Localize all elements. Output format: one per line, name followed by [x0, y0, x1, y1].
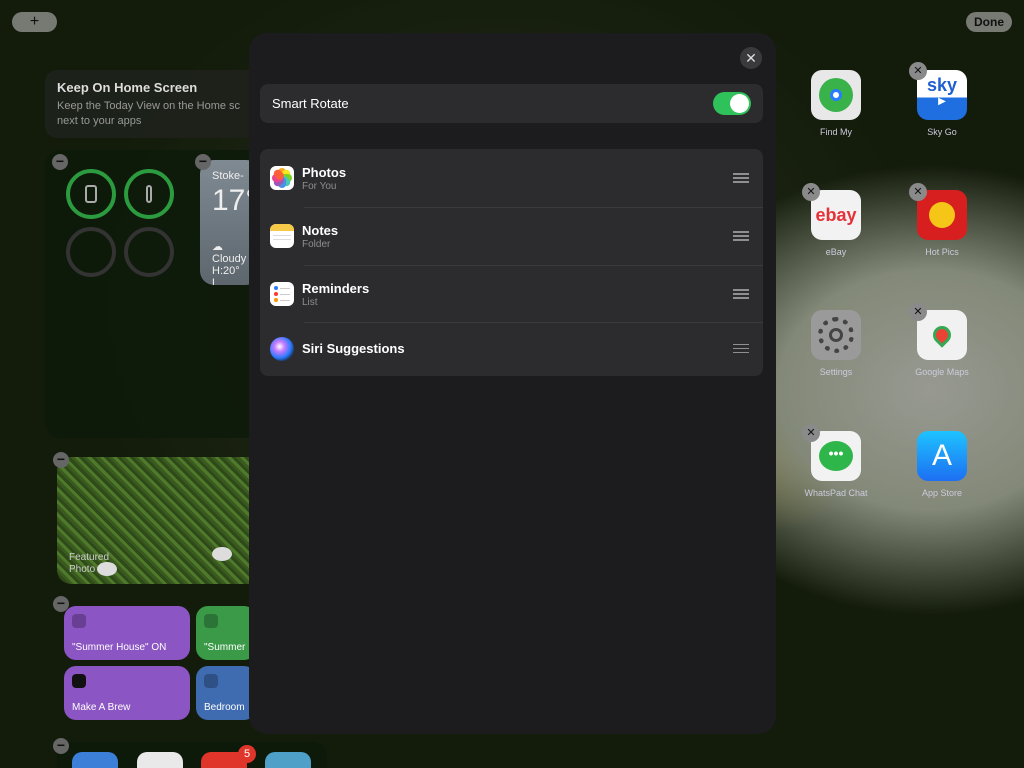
photos-icon	[270, 166, 294, 190]
list-item-photos[interactable]: Photos For You	[260, 149, 763, 207]
shortcut-label: Make A Brew	[72, 702, 131, 713]
mini-app-icon[interactable]	[265, 752, 311, 768]
weather-condition: Cloudy	[212, 253, 247, 265]
shortcut-summer[interactable]: "Summer	[196, 606, 256, 660]
done-button[interactable]: Done	[966, 12, 1012, 32]
list-item-title: Siri Suggestions	[302, 341, 405, 356]
find-my-icon	[811, 70, 861, 120]
reorder-handle-icon[interactable]	[733, 287, 749, 302]
app-label: Hot Pics	[925, 247, 959, 257]
app-label: Google Maps	[915, 367, 969, 377]
delete-app-icon[interactable]: ✕	[802, 183, 820, 201]
keep-title: Keep On Home Screen	[57, 80, 198, 95]
keep-on-home-screen-card[interactable]: Keep On Home Screen Keep the Today View …	[45, 70, 265, 138]
home-icon	[204, 614, 218, 628]
pencil-icon	[146, 185, 152, 203]
settings-gear-icon	[811, 310, 861, 360]
mini-app-icon[interactable]	[72, 752, 118, 768]
delete-app-icon[interactable]: ✕	[909, 62, 927, 80]
delete-app-icon[interactable]: ✕	[802, 424, 820, 442]
notification-badge: 5	[238, 745, 256, 763]
smart-rotate-row: Smart Rotate	[260, 84, 763, 123]
ipad-icon	[85, 185, 97, 203]
siri-icon	[270, 336, 294, 361]
keep-subtitle-line1: Keep the Today View on the Home sc	[57, 100, 241, 112]
remove-widget-icon[interactable]: −	[195, 154, 211, 170]
photo-widget[interactable]: Featured Photo	[57, 457, 262, 584]
weather-temp: 17°	[212, 184, 258, 217]
shortcut-label: Bedroom	[204, 702, 245, 713]
shortcut-bedroom[interactable]: Bedroom	[196, 666, 256, 720]
list-item-subtitle: List	[302, 296, 318, 308]
shortcut-label: "Summer	[204, 642, 246, 653]
reorder-handle-icon[interactable]	[733, 229, 749, 244]
app-find-my[interactable]: Find My	[801, 70, 871, 137]
app-sky-go[interactable]: sky ▶ Sky Go	[907, 70, 977, 137]
list-item-title: Notes	[302, 222, 339, 238]
weather-hilo: H:20° L	[212, 265, 240, 285]
battery-ring-empty-2	[124, 227, 174, 277]
app-label: Find My	[819, 127, 852, 137]
photo-label: Featured Photo	[69, 552, 110, 575]
list-item-title: Photos	[302, 164, 347, 180]
delete-app-icon[interactable]: ✕	[909, 303, 927, 321]
reminders-icon	[270, 282, 294, 306]
list-item-subtitle: Folder	[302, 238, 331, 250]
remove-widget-icon[interactable]: −	[53, 738, 69, 754]
close-icon[interactable]: ✕	[740, 47, 762, 69]
whatspad-chat-icon: •••	[811, 431, 861, 481]
notes-icon	[270, 224, 294, 248]
add-widget-button[interactable]: +	[12, 12, 57, 32]
remove-widget-icon[interactable]: −	[53, 452, 69, 468]
list-item-siri-suggestions[interactable]: Siri Suggestions	[260, 321, 763, 376]
app-app-store[interactable]: A App Store	[907, 431, 977, 498]
delete-app-icon[interactable]: ✕	[909, 183, 927, 201]
smart-rotate-toggle[interactable]	[713, 92, 751, 115]
mini-app-icon[interactable]	[137, 752, 183, 768]
toggle-knob	[730, 94, 749, 113]
app-label: WhatsPad Chat	[804, 488, 868, 498]
shortcut-make-a-brew[interactable]: Make A Brew	[64, 666, 190, 720]
list-item-subtitle: For You	[302, 180, 337, 192]
home-icon	[72, 614, 86, 628]
remove-widget-icon[interactable]: −	[52, 154, 68, 170]
app-store-icon: A	[917, 431, 967, 481]
battery-ring-ipad	[66, 169, 116, 219]
daisy-decoration	[212, 547, 232, 561]
app-label: App Store	[921, 488, 963, 498]
sky-go-icon: sky ▶	[917, 70, 967, 120]
cloud-icon: ☁	[212, 241, 223, 253]
shortcut-icon	[72, 674, 86, 688]
shortcut-summer-house-on[interactable]: "Summer House" ON	[64, 606, 190, 660]
battery-ring-empty-1	[66, 227, 116, 277]
app-label: eBay	[825, 247, 847, 257]
list-item-notes[interactable]: Notes Folder	[260, 207, 763, 265]
list-item-reminders[interactable]: Reminders List	[260, 265, 763, 323]
app-settings[interactable]: Settings	[801, 310, 871, 377]
smart-stack-editor-sheet: ✕ Smart Rotate Photos For You Notes Fold…	[249, 33, 776, 734]
battery-ring-pencil	[124, 169, 174, 219]
home-icon	[204, 674, 218, 688]
stack-widget-list: Photos For You Notes Folder Reminders Li…	[260, 149, 763, 376]
smart-rotate-label: Smart Rotate	[272, 96, 349, 111]
reorder-handle-icon[interactable]	[733, 171, 749, 186]
app-label: Settings	[819, 367, 853, 377]
list-item-title: Reminders	[302, 280, 370, 296]
keep-subtitle-line2: next to your apps	[57, 115, 142, 127]
shortcut-label: "Summer House" ON	[72, 642, 167, 653]
weather-city: Stoke-	[212, 170, 244, 182]
ebay-icon: ebay	[811, 190, 861, 240]
app-label: Sky Go	[927, 127, 957, 137]
keep-subtitle: Keep the Today View on the Home sc next …	[57, 99, 257, 129]
reorder-handle-icon[interactable]	[733, 341, 749, 356]
